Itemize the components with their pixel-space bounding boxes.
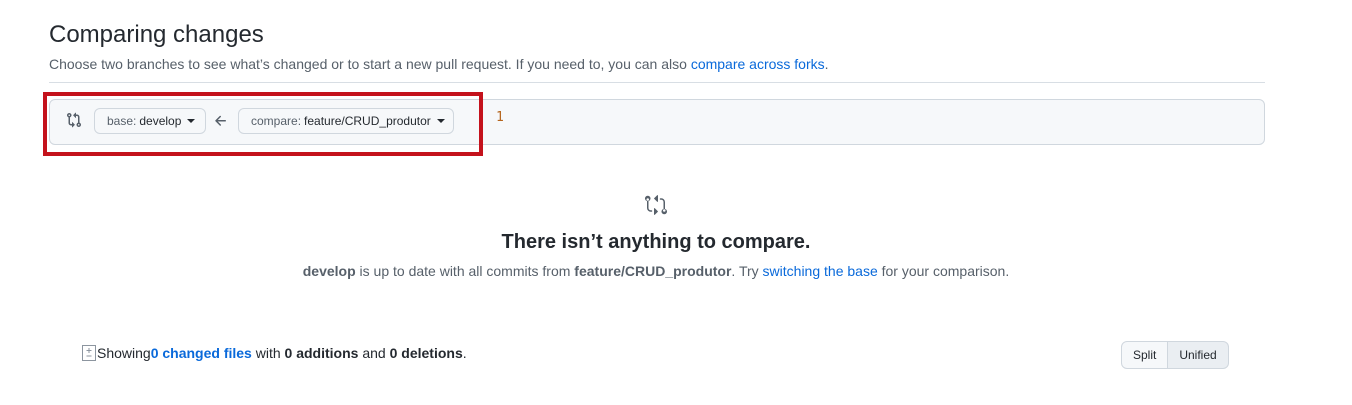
compare-across-forks-link[interactable]: compare across forks xyxy=(691,56,825,72)
base-branch-select[interactable]: base: develop xyxy=(94,108,206,134)
base-branch-name: develop xyxy=(139,114,182,128)
split-view-button[interactable]: Split xyxy=(1121,341,1169,369)
header-divider xyxy=(49,82,1265,83)
blankslate-description: develop is up to date with all commits f… xyxy=(0,263,1312,279)
toc-deletions: 0 deletions xyxy=(389,345,463,361)
changed-files-link[interactable]: 0 changed files xyxy=(151,345,252,361)
git-compare-icon xyxy=(645,195,667,215)
toc-showing: Showing xyxy=(97,345,151,361)
base-prefix: base: xyxy=(107,114,137,128)
toc-period: . xyxy=(462,345,467,361)
unified-view-button[interactable]: Unified xyxy=(1168,341,1229,369)
toc-with: with xyxy=(251,345,285,361)
diff-summary: Showing 0 changed files with 0 additions… xyxy=(82,345,467,361)
blankslate-title: There isn’t anything to compare. xyxy=(501,231,811,253)
arrow-left-icon xyxy=(215,115,226,126)
compare-branch-select[interactable]: compare: feature/CRUD_produtor xyxy=(238,108,454,134)
page-subtitle: Choose two branches to see what’s change… xyxy=(49,55,829,73)
toc-and: and xyxy=(358,345,390,361)
toc-additions: 0 additions xyxy=(284,345,359,361)
git-compare-icon xyxy=(67,112,82,128)
annotation-number: 1 xyxy=(496,110,504,125)
subtitle-text: Choose two branches to see what’s change… xyxy=(49,56,691,72)
range-editor xyxy=(49,99,1265,145)
compare-prefix: compare: xyxy=(251,114,302,128)
compare-page: Comparing changes Choose two branches to… xyxy=(0,0,1352,405)
blankslate-head-branch: feature/CRUD_produtor xyxy=(574,263,732,279)
blankslate-text-try: . Try xyxy=(731,263,763,279)
file-diff-icon xyxy=(82,345,96,361)
page-title: Comparing changes xyxy=(49,21,264,48)
caret-down-icon xyxy=(436,119,445,123)
caret-down-icon xyxy=(187,119,196,123)
subtitle-end: . xyxy=(824,56,829,72)
diff-view-toggle: Split Unified xyxy=(1121,341,1229,369)
blankslate-text-end: for your comparison. xyxy=(877,263,1010,279)
switch-base-link[interactable]: switching the base xyxy=(763,263,878,279)
compare-branch-name: feature/CRUD_produtor xyxy=(304,114,431,128)
blankslate-text-mid: is up to date with all commits from xyxy=(355,263,575,279)
blankslate-base-branch: develop xyxy=(302,263,356,279)
